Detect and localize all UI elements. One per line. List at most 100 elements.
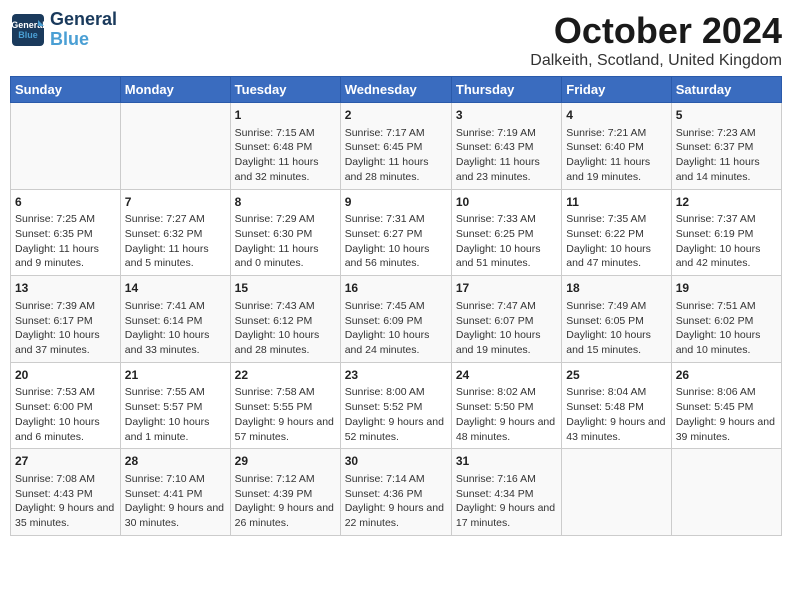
sunrise-text: Sunrise: 7:37 AM — [676, 212, 777, 227]
day-number: 17 — [456, 280, 557, 297]
daylight-text: Daylight: 9 hours and 52 minutes. — [345, 415, 447, 444]
svg-text:Blue: Blue — [18, 30, 38, 40]
day-number: 28 — [125, 453, 226, 470]
sunset-text: Sunset: 4:34 PM — [456, 487, 557, 502]
sunset-text: Sunset: 6:22 PM — [566, 227, 666, 242]
calendar-cell: 23Sunrise: 8:00 AMSunset: 5:52 PMDayligh… — [340, 362, 451, 449]
sunrise-text: Sunrise: 7:12 AM — [235, 472, 336, 487]
sunset-text: Sunset: 6:40 PM — [566, 140, 666, 155]
calendar-cell: 8Sunrise: 7:29 AMSunset: 6:30 PMDaylight… — [230, 189, 340, 276]
weekday-header: Friday — [562, 77, 671, 103]
logo: General Blue GeneralBlue — [10, 10, 117, 50]
day-number: 12 — [676, 194, 777, 211]
calendar-cell — [562, 449, 671, 536]
day-number: 21 — [125, 367, 226, 384]
daylight-text: Daylight: 9 hours and 57 minutes. — [235, 415, 336, 444]
sunset-text: Sunset: 4:36 PM — [345, 487, 447, 502]
calendar-week-row: 20Sunrise: 7:53 AMSunset: 6:00 PMDayligh… — [11, 362, 782, 449]
sunrise-text: Sunrise: 7:17 AM — [345, 126, 447, 141]
main-title: October 2024 — [530, 10, 782, 52]
calendar-week-row: 27Sunrise: 7:08 AMSunset: 4:43 PMDayligh… — [11, 449, 782, 536]
weekday-header: Monday — [120, 77, 230, 103]
weekday-header: Sunday — [11, 77, 121, 103]
sunrise-text: Sunrise: 7:23 AM — [676, 126, 777, 141]
sunrise-text: Sunrise: 7:16 AM — [456, 472, 557, 487]
day-number: 4 — [566, 107, 666, 124]
sunrise-text: Sunrise: 7:27 AM — [125, 212, 226, 227]
calendar-cell: 29Sunrise: 7:12 AMSunset: 4:39 PMDayligh… — [230, 449, 340, 536]
sunrise-text: Sunrise: 7:51 AM — [676, 299, 777, 314]
weekday-header: Saturday — [671, 77, 781, 103]
day-number: 5 — [676, 107, 777, 124]
daylight-text: Daylight: 10 hours and 42 minutes. — [676, 242, 777, 271]
day-number: 9 — [345, 194, 447, 211]
sunset-text: Sunset: 6:09 PM — [345, 314, 447, 329]
calendar-table: SundayMondayTuesdayWednesdayThursdayFrid… — [10, 76, 782, 536]
weekday-header: Tuesday — [230, 77, 340, 103]
sunrise-text: Sunrise: 7:29 AM — [235, 212, 336, 227]
sunrise-text: Sunrise: 8:06 AM — [676, 385, 777, 400]
sunset-text: Sunset: 5:45 PM — [676, 400, 777, 415]
sunset-text: Sunset: 5:55 PM — [235, 400, 336, 415]
sunrise-text: Sunrise: 7:31 AM — [345, 212, 447, 227]
calendar-cell: 3Sunrise: 7:19 AMSunset: 6:43 PMDaylight… — [451, 103, 561, 190]
sunset-text: Sunset: 6:19 PM — [676, 227, 777, 242]
calendar-cell: 15Sunrise: 7:43 AMSunset: 6:12 PMDayligh… — [230, 276, 340, 363]
daylight-text: Daylight: 11 hours and 0 minutes. — [235, 242, 336, 271]
day-number: 22 — [235, 367, 336, 384]
sunset-text: Sunset: 6:00 PM — [15, 400, 116, 415]
day-number: 16 — [345, 280, 447, 297]
calendar-week-row: 13Sunrise: 7:39 AMSunset: 6:17 PMDayligh… — [11, 276, 782, 363]
day-number: 19 — [676, 280, 777, 297]
sunset-text: Sunset: 6:45 PM — [345, 140, 447, 155]
sunrise-text: Sunrise: 7:41 AM — [125, 299, 226, 314]
daylight-text: Daylight: 10 hours and 51 minutes. — [456, 242, 557, 271]
day-number: 6 — [15, 194, 116, 211]
sunset-text: Sunset: 6:27 PM — [345, 227, 447, 242]
calendar-cell: 18Sunrise: 7:49 AMSunset: 6:05 PMDayligh… — [562, 276, 671, 363]
sunset-text: Sunset: 6:32 PM — [125, 227, 226, 242]
daylight-text: Daylight: 10 hours and 1 minute. — [125, 415, 226, 444]
daylight-text: Daylight: 11 hours and 28 minutes. — [345, 155, 447, 184]
daylight-text: Daylight: 11 hours and 14 minutes. — [676, 155, 777, 184]
calendar-cell: 5 Sunrise: 7:23 AMSunset: 6:37 PMDaylight… — [671, 103, 781, 190]
calendar-cell: 6Sunrise: 7:25 AMSunset: 6:35 PMDaylight… — [11, 189, 121, 276]
daylight-text: Daylight: 10 hours and 37 minutes. — [15, 328, 116, 357]
day-number: 1 — [235, 107, 336, 124]
weekday-header: Thursday — [451, 77, 561, 103]
sunrise-text: Sunrise: 7:58 AM — [235, 385, 336, 400]
daylight-text: Daylight: 9 hours and 35 minutes. — [15, 501, 116, 530]
calendar-week-row: 1Sunrise: 7:15 AMSunset: 6:48 PMDaylight… — [11, 103, 782, 190]
sunset-text: Sunset: 6:30 PM — [235, 227, 336, 242]
day-number: 14 — [125, 280, 226, 297]
sunrise-text: Sunrise: 7:15 AM — [235, 126, 336, 141]
sunrise-text: Sunrise: 7:33 AM — [456, 212, 557, 227]
day-number: 27 — [15, 453, 116, 470]
sunset-text: Sunset: 6:12 PM — [235, 314, 336, 329]
daylight-text: Daylight: 9 hours and 39 minutes. — [676, 415, 777, 444]
sunrise-text: Sunrise: 7:08 AM — [15, 472, 116, 487]
calendar-cell: 20Sunrise: 7:53 AMSunset: 6:00 PMDayligh… — [11, 362, 121, 449]
calendar-cell: 14Sunrise: 7:41 AMSunset: 6:14 PMDayligh… — [120, 276, 230, 363]
calendar-cell: 9Sunrise: 7:31 AMSunset: 6:27 PMDaylight… — [340, 189, 451, 276]
calendar-cell: 28Sunrise: 7:10 AMSunset: 4:41 PMDayligh… — [120, 449, 230, 536]
calendar-cell: 25Sunrise: 8:04 AMSunset: 5:48 PMDayligh… — [562, 362, 671, 449]
sunset-text: Sunset: 6:37 PM — [676, 140, 777, 155]
daylight-text: Daylight: 10 hours and 10 minutes. — [676, 328, 777, 357]
sunrise-text: Sunrise: 7:35 AM — [566, 212, 666, 227]
calendar-cell: 27Sunrise: 7:08 AMSunset: 4:43 PMDayligh… — [11, 449, 121, 536]
daylight-text: Daylight: 11 hours and 19 minutes. — [566, 155, 666, 184]
sunrise-text: Sunrise: 7:25 AM — [15, 212, 116, 227]
day-number: 26 — [676, 367, 777, 384]
day-number: 15 — [235, 280, 336, 297]
day-number: 30 — [345, 453, 447, 470]
calendar-week-row: 6Sunrise: 7:25 AMSunset: 6:35 PMDaylight… — [11, 189, 782, 276]
daylight-text: Daylight: 10 hours and 6 minutes. — [15, 415, 116, 444]
sunset-text: Sunset: 6:14 PM — [125, 314, 226, 329]
calendar-cell: 26Sunrise: 8:06 AMSunset: 5:45 PMDayligh… — [671, 362, 781, 449]
sunrise-text: Sunrise: 7:10 AM — [125, 472, 226, 487]
calendar-cell: 2Sunrise: 7:17 AMSunset: 6:45 PMDaylight… — [340, 103, 451, 190]
sunset-text: Sunset: 5:48 PM — [566, 400, 666, 415]
daylight-text: Daylight: 10 hours and 56 minutes. — [345, 242, 447, 271]
sunset-text: Sunset: 6:02 PM — [676, 314, 777, 329]
